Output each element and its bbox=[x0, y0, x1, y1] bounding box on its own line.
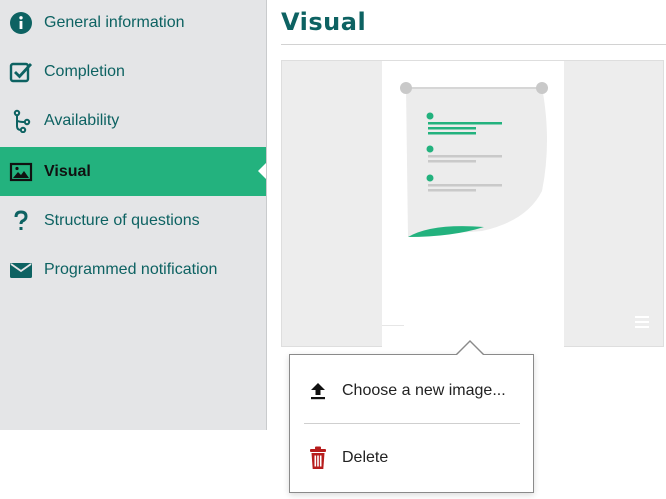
sidebar-item-structure-of-questions[interactable]: Structure of questions bbox=[0, 196, 266, 245]
image-options-menu: Choose a new image... Delete bbox=[289, 354, 534, 493]
image-icon bbox=[9, 160, 33, 184]
question-icon bbox=[9, 209, 33, 233]
sidebar-item-label: Completion bbox=[44, 62, 125, 80]
upload-icon bbox=[307, 380, 329, 402]
branch-icon bbox=[9, 109, 33, 133]
popup-arrow-fill bbox=[456, 342, 484, 356]
page-title: Visual bbox=[281, 8, 367, 36]
image-preview[interactable] bbox=[281, 60, 664, 347]
checkbox-icon bbox=[9, 60, 33, 84]
sidebar-item-programmed-notification[interactable]: Programmed notification bbox=[0, 245, 266, 294]
sidebar-item-general-information[interactable]: General information bbox=[0, 0, 266, 47]
menu-item-label: Delete bbox=[342, 449, 389, 466]
sidebar-item-label: Availability bbox=[44, 111, 120, 129]
envelope-icon bbox=[9, 258, 33, 282]
sidebar-item-completion[interactable]: Completion bbox=[0, 47, 266, 96]
menu-icon[interactable] bbox=[635, 316, 649, 331]
info-icon bbox=[9, 11, 33, 35]
sidebar-item-label: Structure of questions bbox=[44, 211, 200, 229]
choose-new-image-button[interactable]: Choose a new image... bbox=[290, 371, 533, 411]
preview-image bbox=[382, 61, 564, 347]
sidebar: General information Completion Availabil… bbox=[0, 0, 267, 430]
title-divider bbox=[281, 44, 666, 45]
sidebar-item-label: Visual bbox=[44, 162, 91, 180]
sidebar-item-availability[interactable]: Availability bbox=[0, 96, 266, 145]
menu-divider bbox=[304, 423, 520, 424]
delete-image-button[interactable]: Delete bbox=[290, 438, 533, 478]
trash-icon bbox=[307, 446, 329, 469]
sidebar-item-label: Programmed notification bbox=[44, 260, 218, 278]
sidebar-item-visual[interactable]: Visual bbox=[0, 147, 266, 196]
menu-item-label: Choose a new image... bbox=[342, 382, 506, 399]
sidebar-item-label: General information bbox=[44, 13, 185, 31]
